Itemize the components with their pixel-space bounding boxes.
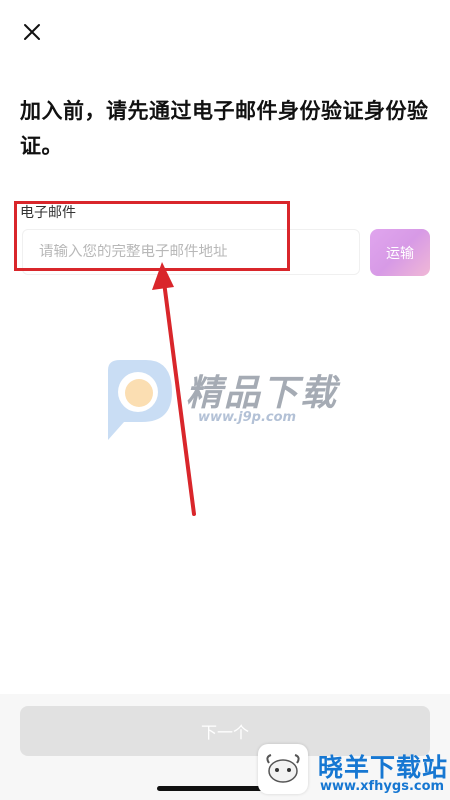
close-icon [24, 24, 40, 40]
send-code-button[interactable]: 运输 [370, 229, 430, 276]
watermark-jingpin: 精品下载 www.j9p.com [98, 358, 358, 444]
speech-bubble-logo-icon [108, 360, 172, 440]
home-indicator [157, 786, 293, 791]
email-label: 电子邮件 [20, 205, 76, 221]
watermark-title: 精品下载 [186, 373, 339, 414]
email-input[interactable] [23, 244, 359, 260]
email-field-container [22, 229, 360, 275]
next-button[interactable]: 下一个 [20, 706, 430, 756]
watermark-url: www.j9p.com [198, 410, 297, 425]
page-title: 加入前，请先通过电子邮件身份验证身份验证。 [20, 99, 429, 158]
close-button[interactable] [18, 18, 46, 46]
